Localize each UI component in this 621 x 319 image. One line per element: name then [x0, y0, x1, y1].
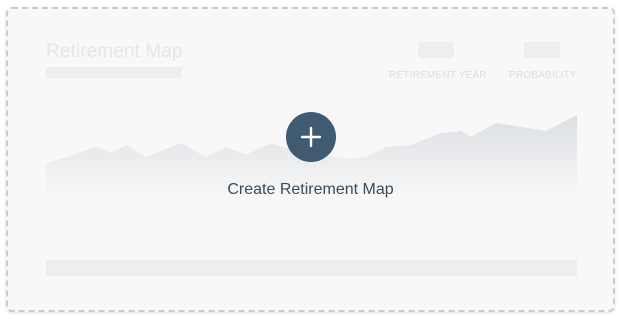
create-retirement-map-card[interactable]: Retirement Map RETIREMENT YEAR PROBABILI… [6, 7, 615, 312]
create-retirement-map-button[interactable] [286, 112, 336, 162]
plus-icon [300, 126, 322, 148]
probability-label: PROBABILITY [509, 70, 577, 81]
create-retirement-map-label[interactable]: Create Retirement Map [8, 181, 613, 199]
card-title: Retirement Map [46, 41, 183, 62]
retirement-year-label: RETIREMENT YEAR [389, 70, 487, 81]
probability-value-placeholder [524, 42, 560, 58]
retirement-year-value-placeholder [418, 42, 454, 58]
footer-placeholder [46, 260, 577, 276]
subtitle-placeholder [46, 67, 182, 78]
